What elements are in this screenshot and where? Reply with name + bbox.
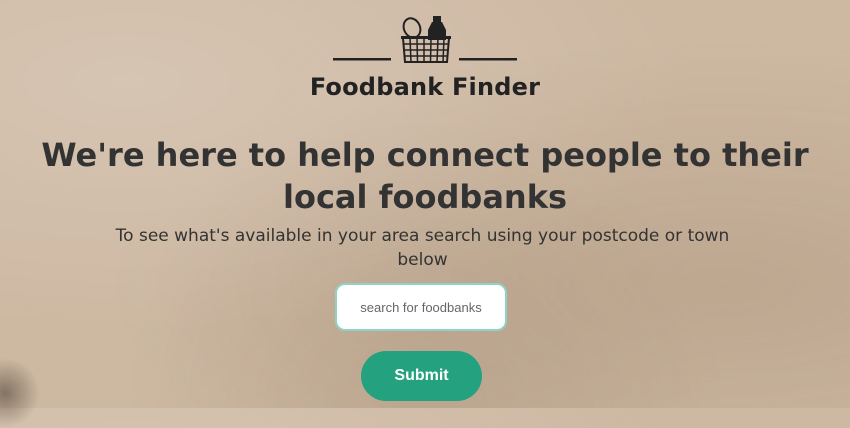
logo: [0, 10, 850, 70]
brand-name[interactable]: Foodbank Finder: [0, 73, 850, 101]
basket-icon: [333, 16, 517, 63]
background-shadow: [0, 358, 40, 428]
submit-button[interactable]: Submit: [361, 351, 482, 401]
page-headline: We're here to help connect people to the…: [41, 136, 809, 216]
page-subtext: To see what's available in your area sea…: [115, 226, 730, 270]
search-input[interactable]: [335, 283, 507, 331]
